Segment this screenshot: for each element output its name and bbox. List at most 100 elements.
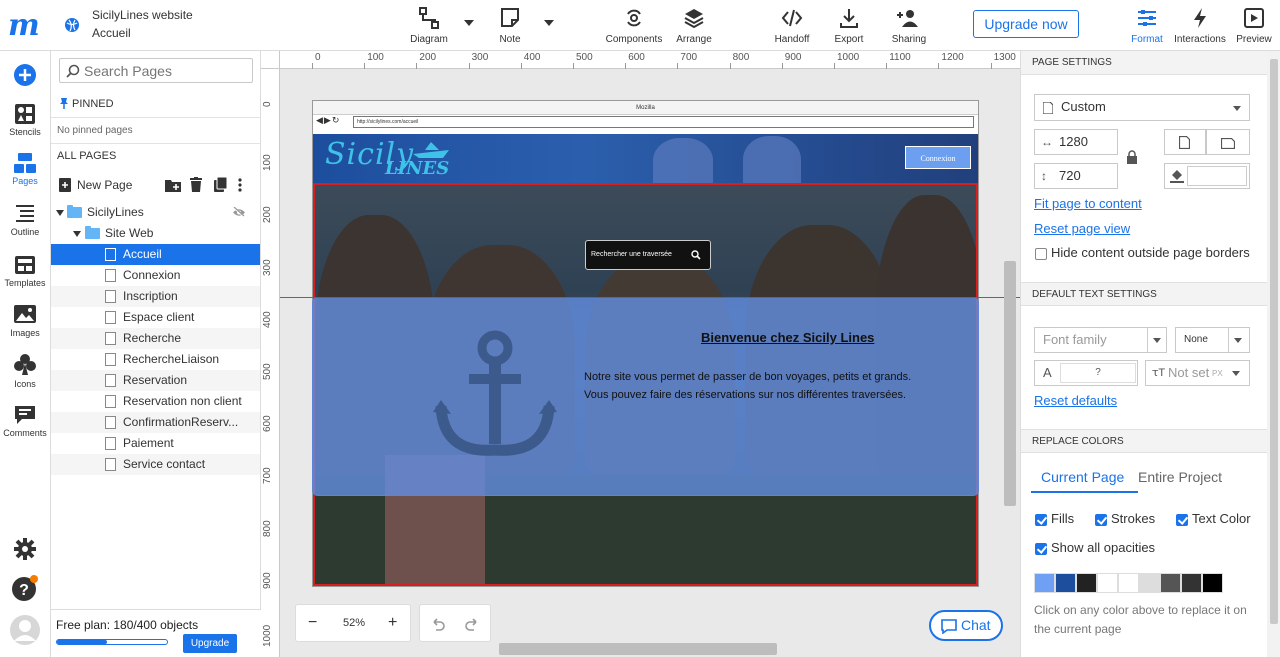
chat-button[interactable]: Chat bbox=[929, 610, 1003, 641]
welcome-panel[interactable]: Bienvenue chez Sicily Lines Notre site v… bbox=[312, 297, 979, 496]
page-item-inscription[interactable]: Inscription bbox=[51, 286, 260, 307]
browser-url-field[interactable]: http://sicilylines.com/accueil bbox=[353, 116, 974, 128]
rail-comments[interactable]: Comments bbox=[0, 404, 50, 438]
export-label: Export bbox=[834, 34, 864, 45]
zoom-level[interactable]: 52% bbox=[343, 617, 365, 629]
color-swatch[interactable] bbox=[1097, 573, 1118, 593]
help-button[interactable]: ? bbox=[0, 574, 50, 602]
page-item-accueil[interactable]: Accueil bbox=[51, 244, 260, 265]
ruler-label: 900 bbox=[784, 52, 802, 63]
site-connexion-button[interactable]: Connexion bbox=[905, 146, 971, 169]
page-width-input[interactable]: ↔ 1280 bbox=[1034, 129, 1118, 155]
rail-images[interactable]: Images bbox=[0, 304, 50, 338]
user-avatar[interactable] bbox=[0, 614, 50, 646]
reset-defaults-link[interactable]: Reset defaults bbox=[1034, 393, 1117, 408]
color-swatch[interactable] bbox=[1160, 573, 1181, 593]
line-height-input[interactable]: ꚍT Not set PX bbox=[1145, 360, 1250, 386]
header-rock-shape bbox=[743, 136, 801, 183]
rail-outline[interactable]: Outline bbox=[0, 203, 50, 237]
interactions-tab[interactable]: Interactions bbox=[1172, 6, 1228, 45]
page-height-input[interactable]: ↕ 720 bbox=[1034, 163, 1118, 189]
page-item-confirmation-reservation[interactable]: ConfirmationReserv... bbox=[51, 412, 260, 433]
note-button[interactable]: Note bbox=[494, 6, 526, 45]
page-size-select[interactable]: Custom bbox=[1034, 94, 1250, 121]
font-family-select[interactable]: Font family bbox=[1034, 327, 1167, 353]
fit-page-link[interactable]: Fit page to content bbox=[1034, 196, 1142, 211]
color-swatch[interactable] bbox=[1202, 573, 1223, 593]
text-color-checkbox[interactable] bbox=[1176, 514, 1188, 526]
new-folder-icon[interactable] bbox=[165, 179, 181, 192]
arrange-button[interactable]: Arrange bbox=[674, 6, 714, 45]
format-tab[interactable]: Format bbox=[1128, 6, 1166, 45]
zoom-in-button[interactable]: + bbox=[388, 614, 397, 632]
plan-upgrade-button[interactable]: Upgrade bbox=[183, 634, 237, 653]
font-weight-select[interactable]: None bbox=[1175, 327, 1250, 353]
page-item-rechercheliaison[interactable]: RechercheLiaison bbox=[51, 349, 260, 370]
upgrade-now-button[interactable]: Upgrade now bbox=[973, 10, 1079, 38]
ruler-label: 300 bbox=[471, 52, 489, 63]
font-size-input[interactable]: A ? bbox=[1034, 360, 1138, 386]
design-canvas[interactable]: 0 100 200 300 400 500 600 700 800 900 1000 1100 1200… bbox=[261, 51, 1020, 657]
reset-page-view-link[interactable]: Reset page view bbox=[1034, 221, 1130, 236]
preview-button[interactable]: Preview bbox=[1234, 6, 1274, 45]
expand-arrow-icon[interactable] bbox=[56, 210, 64, 216]
page-item-reservation-non-client[interactable]: Reservation non client bbox=[51, 391, 260, 412]
page-item-recherche[interactable]: Recherche bbox=[51, 328, 260, 349]
tab-entire-project[interactable]: Entire Project bbox=[1138, 469, 1222, 485]
rail-icons[interactable]: Icons bbox=[0, 353, 50, 389]
panel-scrollbar[interactable] bbox=[1267, 51, 1280, 657]
new-page-button[interactable]: New Page bbox=[57, 175, 147, 195]
expand-arrow-icon[interactable] bbox=[73, 231, 81, 237]
add-button[interactable] bbox=[0, 63, 50, 87]
left-rail: Stencils Pages Outline Templates Images … bbox=[0, 51, 51, 657]
page-background-color[interactable] bbox=[1164, 163, 1250, 189]
color-swatch[interactable] bbox=[1034, 573, 1055, 593]
handoff-button[interactable]: Handoff bbox=[772, 6, 812, 45]
rail-stencils[interactable]: Stencils bbox=[0, 103, 50, 137]
duplicate-icon[interactable] bbox=[214, 177, 228, 192]
color-swatch[interactable] bbox=[1118, 573, 1139, 593]
page-item-connexion[interactable]: Connexion bbox=[51, 265, 260, 286]
project-title[interactable]: SicilyLines website bbox=[92, 8, 193, 22]
moqups-logo[interactable]: m bbox=[8, 10, 44, 42]
color-swatch[interactable] bbox=[1139, 573, 1160, 593]
components-button[interactable]: Components bbox=[604, 6, 664, 45]
diagram-dropdown-icon[interactable] bbox=[464, 20, 474, 26]
trash-icon[interactable] bbox=[190, 177, 202, 192]
rail-pages[interactable]: Pages bbox=[0, 152, 50, 186]
header-rock-shape bbox=[653, 138, 713, 183]
canvas-vertical-scrollbar[interactable] bbox=[1004, 261, 1016, 506]
more-vertical-icon[interactable] bbox=[238, 178, 242, 192]
landscape-orientation-button[interactable] bbox=[1206, 129, 1250, 155]
portrait-orientation-button[interactable] bbox=[1164, 129, 1206, 155]
strokes-checkbox[interactable] bbox=[1095, 514, 1107, 526]
search-traversee-box[interactable]: Rechercher une traversée bbox=[585, 240, 711, 270]
panel-scrollbar-thumb[interactable] bbox=[1270, 59, 1278, 624]
export-button[interactable]: Export bbox=[832, 6, 866, 45]
page-item-espace-client[interactable]: Espace client bbox=[51, 307, 260, 328]
fills-checkbox[interactable] bbox=[1035, 514, 1047, 526]
undo-icon[interactable] bbox=[430, 616, 446, 632]
hide-outside-checkbox[interactable] bbox=[1035, 248, 1047, 260]
tree-folder-site-web[interactable]: Site Web bbox=[51, 223, 260, 244]
page-item-paiement[interactable]: Paiement bbox=[51, 433, 260, 454]
page-item-service-contact[interactable]: Service contact bbox=[51, 454, 260, 475]
lock-icon[interactable] bbox=[1127, 150, 1137, 164]
canvas-horizontal-scrollbar[interactable] bbox=[499, 643, 777, 655]
show-opacities-checkbox[interactable] bbox=[1035, 543, 1047, 555]
color-swatch[interactable] bbox=[1055, 573, 1076, 593]
diagram-button[interactable]: Diagram bbox=[409, 6, 449, 45]
redo-icon[interactable] bbox=[464, 616, 480, 632]
color-swatch[interactable] bbox=[1076, 573, 1097, 593]
settings-button[interactable] bbox=[0, 537, 50, 561]
tab-current-page[interactable]: Current Page bbox=[1041, 469, 1124, 485]
search-pages-input[interactable] bbox=[84, 62, 248, 80]
page-item-reservation[interactable]: Reservation bbox=[51, 370, 260, 391]
rail-templates[interactable]: Templates bbox=[0, 254, 50, 288]
color-swatch[interactable] bbox=[1181, 573, 1202, 593]
sharing-button[interactable]: Sharing bbox=[889, 6, 929, 45]
note-dropdown-icon[interactable] bbox=[544, 20, 554, 26]
eye-off-icon[interactable] bbox=[232, 207, 246, 218]
tree-root-sicilylines[interactable]: SicilyLines bbox=[51, 202, 260, 223]
zoom-out-button[interactable]: − bbox=[308, 614, 317, 632]
